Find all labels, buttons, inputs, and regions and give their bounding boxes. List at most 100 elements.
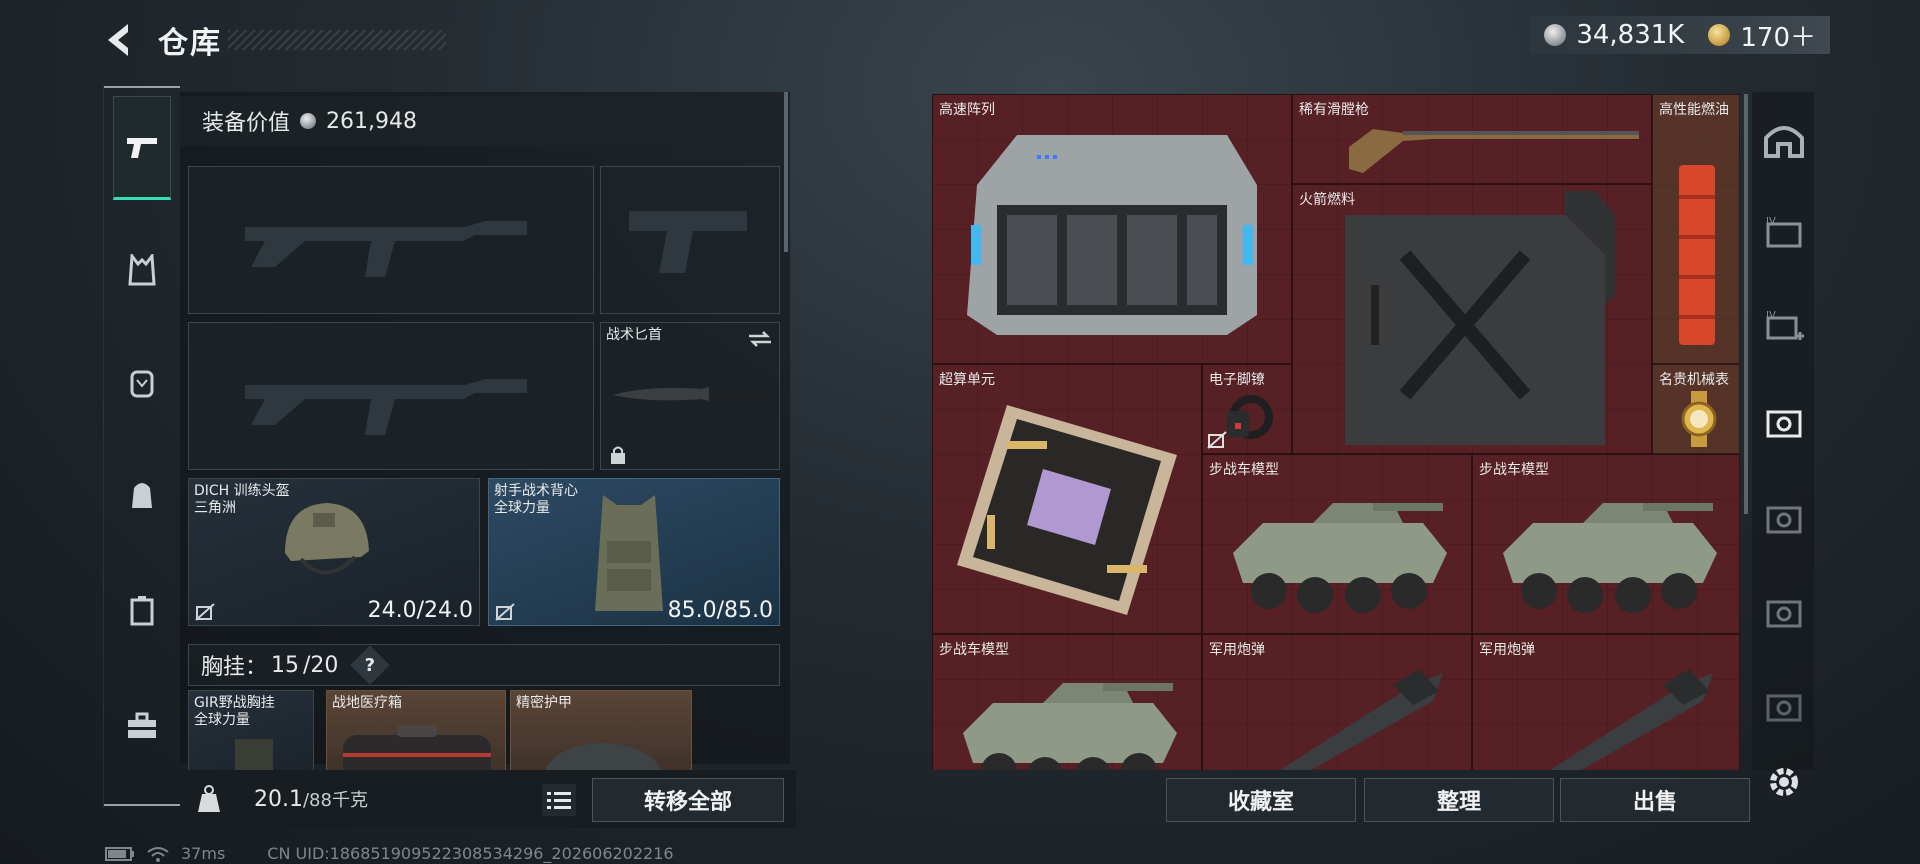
no-insurance-icon: [195, 603, 215, 621]
bag-icon: [132, 483, 152, 508]
back-arrow-icon: [108, 24, 128, 56]
stash-page-tab[interactable]: [1762, 496, 1806, 540]
gold-coin-icon: [1708, 24, 1731, 46]
stash-item-ifv-model[interactable]: 步战车模型: [932, 634, 1202, 770]
rail-divider-bottom: [104, 804, 180, 806]
rail-backpack-tab[interactable]: [114, 354, 170, 410]
uid-text: CN UID:186851909522308534296_20260620221…: [267, 844, 674, 863]
stash-scrollbar[interactable]: [1744, 94, 1748, 514]
no-insurance-icon: [1207, 431, 1227, 449]
sort-button[interactable]: 整理: [1364, 778, 1554, 822]
help-button[interactable]: ?: [350, 645, 391, 685]
panel-scrollbar[interactable]: [784, 92, 788, 252]
item-name: 高速阵列: [939, 102, 995, 118]
rail-weapons-tab[interactable]: [113, 96, 171, 200]
stash-item-military-shell[interactable]: 军用炮弹: [1202, 634, 1472, 770]
collection-room-button[interactable]: 收藏室: [1166, 778, 1356, 822]
list-icon: [547, 792, 571, 809]
stash-item-high-speed-array[interactable]: 高速阵列: [932, 94, 1292, 364]
rail-vest-tab[interactable]: [114, 242, 170, 298]
watch-icon: [1681, 391, 1717, 447]
vest-durability: 85.0/85.0: [667, 598, 773, 623]
stash-add-icon: IV: [1766, 310, 1804, 340]
secondary-weapon-slot[interactable]: [188, 322, 594, 470]
item-name: 军用炮弹: [1479, 642, 1535, 658]
rig-item-sub: 全球力量: [194, 712, 250, 728]
weight-current: 20.1: [254, 787, 303, 812]
rig-item-slot[interactable]: 精密护甲: [510, 690, 692, 770]
stash-page-tab[interactable]: [1762, 590, 1806, 634]
item-name: 电子脚镣: [1209, 372, 1265, 388]
stash-page-tab[interactable]: [1762, 684, 1806, 728]
swap-icon[interactable]: [747, 329, 773, 349]
currency-bar[interactable]: 34,831K 170＋: [1530, 16, 1830, 54]
silver-coin-icon: [1544, 24, 1567, 46]
wifi-icon: [147, 846, 169, 862]
stash-grid[interactable]: 高速阵列 稀有滑膛枪 高性能燃油 火箭燃料 超算单元 电子脚镣 名贵机械表 步战…: [932, 94, 1740, 770]
stash-page-icon: [1766, 506, 1802, 534]
rig-item-name: 战地医疗箱: [332, 695, 402, 711]
stash-item-rare-musket[interactable]: 稀有滑膛枪: [1292, 94, 1652, 184]
rig-item-name: 精密护甲: [516, 695, 572, 711]
silver-coin-icon: [300, 113, 317, 129]
settings-button[interactable]: [1766, 764, 1802, 800]
category-rail: [103, 86, 180, 808]
stash-home-tab[interactable]: [1762, 118, 1806, 162]
ifv-model-icon: [963, 683, 1177, 770]
circuit-board-icon: [957, 405, 1177, 615]
stash-add-tab[interactable]: IV: [1762, 304, 1806, 348]
rail-toolbox-tab[interactable]: [114, 698, 170, 754]
svg-text:IV: IV: [1766, 216, 1776, 227]
vest-label: 射手战术背心 全球力量: [494, 483, 578, 517]
safehouse-icon: [1764, 126, 1804, 158]
vest-name: 射手战术背心: [494, 483, 578, 499]
musket-icon: [1349, 129, 1639, 173]
helmet-slot[interactable]: DICH 训练头盔 三角洲 24.0/24.0: [188, 478, 480, 626]
case-icon: [130, 596, 154, 626]
carry-weight: 20.1/88千克: [254, 786, 368, 812]
jerrycan-icon: [1345, 191, 1615, 445]
stash-item-ifv-model[interactable]: 步战车模型: [1472, 454, 1740, 634]
battery-icon: [105, 846, 134, 861]
no-insurance-icon: [495, 603, 515, 621]
transfer-all-button[interactable]: 转移全部: [592, 778, 784, 822]
rig-item-slot[interactable]: GIR野战胸挂 全球力量: [188, 690, 314, 770]
armor-plate-icon: [545, 743, 661, 770]
vest-slot[interactable]: 射手战术背心 全球力量 85.0/85.0: [488, 478, 780, 626]
stash-item-supercompute-unit[interactable]: 超算单元: [932, 364, 1202, 634]
sidearm-slot[interactable]: [600, 166, 780, 314]
stash-item-high-perf-fuel[interactable]: 高性能燃油: [1652, 94, 1740, 364]
stash-item-luxury-watch[interactable]: 名贵机械表: [1652, 364, 1740, 454]
rig-items-row: GIR野战胸挂 全球力量 战地医疗箱 精密护甲: [188, 690, 780, 770]
ifv-model-icon: [1503, 503, 1717, 613]
rail-bag-tab[interactable]: [114, 466, 170, 522]
knife-slot[interactable]: 战术匕首: [600, 322, 780, 470]
rig-item-slot[interactable]: 战地医疗箱: [326, 690, 506, 770]
stash-item-rocket-fuel[interactable]: 火箭燃料: [1292, 184, 1652, 454]
fuel-canister-icon: [1679, 165, 1715, 345]
vest-icon: [128, 254, 156, 286]
stash-item-military-shell[interactable]: 军用炮弹: [1472, 634, 1740, 770]
helmet-durability: 24.0/24.0: [367, 598, 473, 623]
lock-icon: [611, 446, 625, 464]
stash-page-icon: [1766, 600, 1802, 628]
stash-item-electronic-shackle[interactable]: 电子脚镣: [1202, 364, 1292, 454]
primary-weapon-slot[interactable]: [188, 166, 594, 314]
back-button[interactable]: [100, 20, 140, 60]
stash-folder-icon: IV: [1766, 216, 1802, 248]
equipment-value: 装备价值 261,948: [180, 96, 780, 146]
knife-icon: [613, 387, 771, 401]
silver-amount: 34,831K: [1576, 20, 1685, 50]
medkit-icon: [343, 725, 491, 770]
status-bar: 37ms CN UID:186851909522308534296_202606…: [105, 844, 674, 863]
rail-case-tab[interactable]: [114, 582, 170, 638]
list-view-button[interactable]: [542, 784, 576, 816]
sell-button[interactable]: 出售: [1560, 778, 1750, 822]
rig-item-name: GIR野战胸挂: [194, 695, 275, 711]
stash-page-tab[interactable]: IV: [1762, 210, 1806, 254]
stash-page-tab-active[interactable]: [1762, 400, 1806, 444]
stash-item-ifv-model[interactable]: 步战车模型: [1202, 454, 1472, 634]
chest-rig-current: 15: [271, 652, 300, 678]
item-name: 军用炮弹: [1209, 642, 1265, 658]
weight-max: /88千克: [302, 790, 368, 811]
